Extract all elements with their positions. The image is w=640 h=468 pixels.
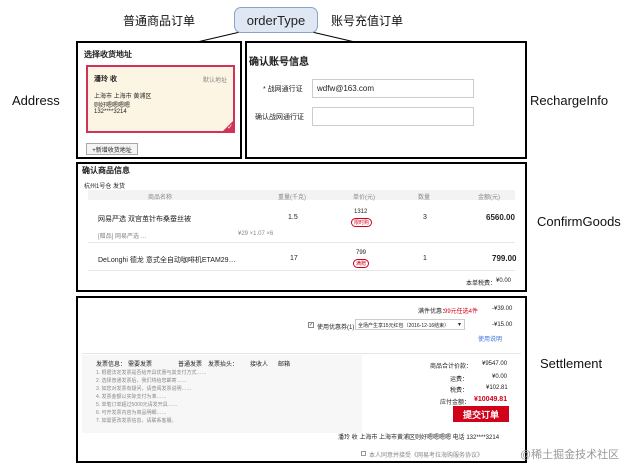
address-label: Address: [12, 93, 60, 108]
agreement-label: 本人同意并接受《网易考拉海购服务协议》: [369, 453, 484, 459]
col-weight: 重量(千克): [278, 195, 306, 201]
invoice-note: 5. 单笔订单超过5000元请发开具……: [96, 402, 178, 408]
invoice-note: 6. 可开发票内容为商品明细……: [96, 410, 167, 416]
chevron-down-icon: ▾: [458, 322, 462, 328]
left-branch-label: 普通商品订单: [123, 14, 196, 28]
invoice-label: 发票信息：: [96, 362, 127, 368]
address-region: 上海市 上海市 黄浦区: [94, 94, 152, 100]
account-label: * 战网通行证: [263, 86, 303, 93]
row2-sub-extra: ¥29 ×1.07 ×6: [238, 231, 274, 237]
check-icon: ✓: [227, 124, 233, 131]
recharge-title: 确认账号信息: [249, 57, 309, 68]
invoice-section: 发票信息： 需要发票 普通发票 发票抬头： 接收人 邮箱 1. 根据法定发票是否…: [82, 355, 362, 433]
row3-name[interactable]: DeLonghi 德龙 意式全自动咖啡机ETAM29…: [98, 255, 236, 265]
ship-to-line: 潘玲 收 上海市 上海市黄浦区则好嗯嗯嗯嗯 电话 132****3214: [338, 435, 500, 441]
summary-total-label: 应付金额：: [440, 400, 471, 406]
row1-qty: 3: [423, 214, 427, 221]
invoice-note: 2. 选择普通发票后，我们将给您邮寄……: [96, 378, 187, 384]
coupon-checkbox[interactable]: ✓: [308, 322, 314, 328]
invoice-notes: 1. 根据法定发票是否给开具优惠与其支付方式…… 2. 选择普通发票后，我们将给…: [96, 369, 207, 425]
invoice-note: 1. 根据法定发票是否给开具优惠与其支付方式……: [96, 370, 207, 376]
settlement-label: Settlement: [540, 356, 603, 371]
row3-price: 799: [356, 250, 367, 256]
address-name: 潘玲 收: [94, 76, 117, 83]
col-price: 单价(元): [353, 195, 375, 201]
address-street: 则好嗯嗯嗯嗯: [94, 103, 131, 109]
warehouse-label: 杭州1号仓 发货: [84, 184, 126, 190]
confirm-goods-label: ConfirmGoods: [537, 214, 621, 229]
invoice-option-email: 邮箱: [278, 362, 291, 368]
recharge-panel: 确认账号信息 * 战网通行证 wdfw@163.com 确认战网通行证: [245, 41, 527, 159]
goods-panel: 确认商品信息 杭州1号仓 发货 商品名称 重量(千克) 单价(元) 数量 金额(…: [76, 162, 527, 292]
row3-weight: 17: [290, 255, 298, 262]
col-name: 商品名称: [148, 195, 173, 201]
col-qty: 数量: [418, 195, 431, 201]
address-card[interactable]: 潘玲 收 默认地址 上海市 上海市 黄浦区 则好嗯嗯嗯嗯 132****3214…: [86, 65, 235, 133]
table-header: 商品名称 重量(千克) 单价(元) 数量 金额(元): [88, 190, 515, 201]
summary-total-value: ¥10049.81: [474, 396, 508, 403]
invoice-option-normal[interactable]: 普通发票: [178, 359, 202, 368]
promo-value: -¥39.00: [492, 306, 513, 312]
recharge-info-label: RechargeInfo: [530, 93, 609, 108]
coupon-select-value: 全场产生享15元红包（2016-12-16结束）: [358, 323, 450, 329]
row1-amount: 6560.00: [486, 213, 515, 222]
row-divider: [88, 270, 515, 271]
summary-tax-label: 税费：: [450, 388, 469, 394]
row1-name[interactable]: 网易严选 双宫茧针布桑蚕丝被: [98, 214, 191, 224]
coupon-help-link[interactable]: 使用说明: [478, 334, 502, 343]
summary-tax-value: ¥102.81: [486, 385, 508, 391]
confirm-account-input[interactable]: [312, 107, 474, 126]
row3-price-tag: 满赠: [353, 259, 370, 268]
order-type-node: orderType: [234, 7, 318, 33]
invoice-option-need[interactable]: 需要发票: [128, 359, 152, 368]
invoice-option-title: 发票抬头：: [208, 362, 239, 368]
invoice-note: 7. 如需更改发票信息，请联系客服。: [96, 418, 177, 424]
row3-qty: 1: [423, 255, 427, 262]
watermark: @稀土掘金技术社区: [520, 449, 620, 461]
row3-amount: 799.00: [492, 254, 517, 263]
summary-shipping-label: 运费：: [450, 377, 469, 383]
summary-goods-label: 商品合计价款：: [430, 364, 473, 370]
right-branch-label: 账号充值订单: [331, 14, 404, 28]
coupon-value: -¥15.00: [492, 322, 513, 328]
tax-label: 本单税费：: [466, 281, 497, 287]
row1-weight: 1.5: [288, 214, 298, 221]
summary-goods-value: ¥9547.00: [482, 361, 508, 367]
address-phone: 132****3214: [94, 109, 127, 115]
invoice-note: 4. 发票金额以实际支付为准……: [96, 394, 167, 400]
add-address-button[interactable]: +新增收货地址: [86, 143, 138, 155]
submit-order-button[interactable]: 提交订单: [453, 406, 509, 422]
summary-shipping-value: ¥0.00: [492, 374, 508, 380]
col-amount: 金额(元): [478, 195, 500, 201]
tax-value: ¥0.00: [496, 278, 512, 284]
promo-link[interactable]: 99元任选4件: [444, 306, 478, 315]
goods-title: 确认商品信息: [82, 166, 130, 175]
invoice-note: 3. 如您对发票有疑问，请查阅发票说明……: [96, 386, 192, 392]
confirm-account-label: 确认战网通行证: [255, 114, 304, 121]
account-input[interactable]: wdfw@163.com: [312, 79, 474, 98]
coupon-checkbox-label: 使用优惠券(1): [317, 325, 355, 331]
row1-price-tag: 限时购: [351, 218, 373, 227]
address-default-tag: 默认地址: [202, 78, 227, 84]
invoice-option-receiver: 接收人: [250, 362, 269, 368]
address-panel: 选择收货地址 潘玲 收 默认地址 上海市 上海市 黄浦区 则好嗯嗯嗯嗯 132*…: [76, 41, 242, 159]
settlement-panel: 满件优惠： 99元任选4件 -¥39.00 ✓ 使用优惠券(1) 全场产生享15…: [76, 296, 527, 463]
address-title: 选择收货地址: [84, 50, 132, 59]
section-divider: [82, 353, 521, 354]
row1-price: 1312: [354, 209, 368, 215]
agreement-checkbox[interactable]: [361, 451, 366, 456]
row2-sub: [赠品] 网易严选 …: [98, 234, 147, 240]
coupon-select[interactable]: 全场产生享15元红包（2016-12-16结束）: [355, 319, 465, 330]
row-divider: [88, 242, 515, 243]
